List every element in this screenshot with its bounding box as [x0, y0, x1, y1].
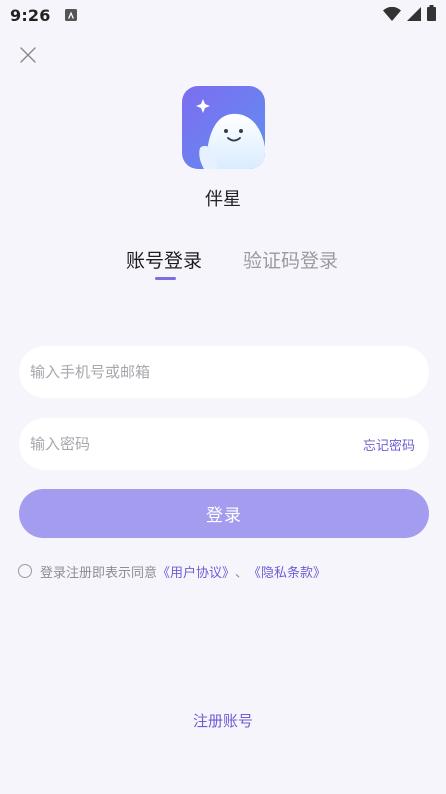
status-bar: 9:26 [0, 0, 446, 30]
app-logo [182, 86, 265, 169]
status-left: 9:26 [10, 6, 77, 25]
account-field[interactable] [19, 346, 429, 398]
agreement-row: 登录注册即表示同意 《用户协议》 、 《隐私条款》 [18, 562, 326, 581]
tab-account-login[interactable]: 账号登录 [126, 246, 202, 273]
wifi-icon [383, 6, 401, 25]
battery-icon [427, 5, 436, 25]
cell-signal-icon [407, 6, 421, 25]
forgot-password-link[interactable]: 忘记密码 [363, 435, 415, 454]
close-icon [20, 47, 36, 67]
password-field[interactable]: 忘记密码 [19, 418, 429, 470]
ghost-mascot-icon [182, 86, 265, 169]
account-input[interactable] [28, 362, 415, 382]
password-input[interactable] [28, 434, 363, 454]
agreement-separator: 、 [235, 565, 249, 581]
active-tab-indicator [155, 277, 176, 280]
status-time: 9:26 [10, 5, 51, 25]
login-button[interactable]: 登录 [19, 489, 429, 538]
register-link[interactable]: 注册账号 [0, 710, 446, 731]
agreement-prefix: 登录注册即表示同意 [40, 565, 158, 581]
login-tabs: 账号登录 验证码登录 [0, 246, 446, 286]
close-button[interactable] [16, 45, 40, 69]
app-notification-icon [64, 6, 77, 25]
agreement-checkbox[interactable] [18, 564, 32, 578]
status-right [383, 5, 436, 25]
user-agreement-link[interactable]: 《用户协议》 [157, 562, 235, 581]
tab-code-login[interactable]: 验证码登录 [243, 246, 338, 273]
privacy-policy-link[interactable]: 《隐私条款》 [248, 562, 326, 581]
app-name: 伴星 [205, 189, 241, 210]
